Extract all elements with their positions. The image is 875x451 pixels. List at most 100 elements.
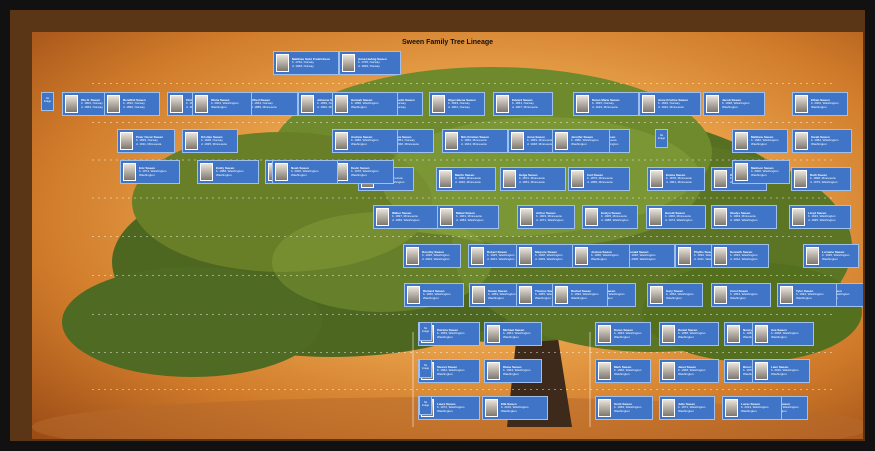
person-card[interactable]: Michael Sween b. 1961, Washington Washingt… bbox=[484, 322, 542, 346]
person-photo bbox=[795, 95, 808, 113]
person-photo bbox=[123, 163, 136, 181]
person-card[interactable]: Karen Marie Sween b. 1845, Norway d. 1919,… bbox=[573, 92, 639, 116]
person-card[interactable]: Ava Sween b. 2008, Washington Washington bbox=[752, 322, 814, 346]
person-card[interactable]: Jacob Sween b. 1998, Washington Washington bbox=[703, 92, 765, 116]
person-photo bbox=[678, 247, 691, 265]
person-text: Ethan Sween b. 2002, Washington Washington bbox=[811, 99, 847, 110]
person-card[interactable]: Anne Kristine Sween b. 1846, Norway d. 192… bbox=[639, 92, 701, 116]
person-card[interactable]: Rachel Sween b. 1992, Washington Washingto… bbox=[552, 283, 608, 307]
person-card[interactable]: Olga Helene Sween b. 1833, Norway d. 1901,… bbox=[429, 92, 485, 116]
person-photo bbox=[795, 132, 808, 150]
person-card[interactable]: Helga Sween b. 1872, Minnesota d. 1951, Mi… bbox=[500, 167, 566, 191]
person-card[interactable]: Harold Sween b. 1900, Minnesota d. 1974, W… bbox=[646, 205, 706, 229]
person-text: Carol Sween b. 1954, Washington Washington bbox=[730, 290, 770, 301]
person-photo bbox=[555, 286, 568, 304]
person-card[interactable]: Lorraine Sween b. 1936, Washington Washing… bbox=[803, 244, 859, 268]
person-card[interactable]: Liam Sween b. 2010, Washington Washington bbox=[752, 359, 810, 383]
person-card[interactable]: Lucas Sween b. 2014, Washington Washington bbox=[722, 396, 782, 420]
person-photo bbox=[432, 95, 445, 113]
person-card[interactable]: Kenneth Sween b. 1934, Washington d. 2012,… bbox=[711, 244, 769, 268]
person-card[interactable]: Tyler Sween b. 1994, Washington Washington bbox=[777, 283, 837, 307]
person-card[interactable]: Daniel Sween b. 1958, Washington Washingto… bbox=[659, 322, 719, 346]
person-card[interactable]: Julie Sween b. 1971, Washington Washington bbox=[659, 396, 715, 420]
person-photo bbox=[440, 208, 453, 226]
person-card[interactable]: Nils Kristian Sween b. 1866, Minnesota d. … bbox=[442, 129, 508, 153]
person-card[interactable]: Sarah Sween b. 1984, Washington Washington bbox=[792, 129, 852, 153]
person-card[interactable]: Anna Hedvig Sween b. 1765, Norway d. 1829,… bbox=[339, 51, 401, 75]
person-card[interactable]: Martin Sween b. 1868, Minnesota d. 1940, M… bbox=[436, 167, 496, 191]
person-card[interactable]: Edvard Sween b. 1841, Norway d. 1907, Minn… bbox=[493, 92, 553, 116]
person-card[interactable]: Kevin Sween b. 1978, Washington Washington bbox=[332, 160, 394, 184]
person-place: d. 1958, Minnesota bbox=[587, 180, 613, 184]
person-card[interactable]: Eric Sween b. 1974, Washington Washington bbox=[120, 160, 180, 184]
person-card[interactable]: Arthur Sween b. 1903, Minnesota d. 1971, W… bbox=[517, 205, 575, 229]
person-photo bbox=[445, 132, 458, 150]
person-photo bbox=[335, 95, 348, 113]
person-card[interactable]: Andrew Sween b. 1986, Washington Washingto… bbox=[332, 129, 398, 153]
person-text: Harold Sween b. 1900, Minnesota d. 1974, W… bbox=[665, 212, 705, 223]
person-place: d. 2008, Washington bbox=[628, 257, 656, 261]
person-photo bbox=[575, 247, 588, 265]
person-card[interactable]: Mabel Sween b. 1901, Minnesota d. 1983, Wa… bbox=[437, 205, 499, 229]
person-photo bbox=[276, 54, 289, 72]
person-card[interactable]: Emily Sween b. 1988, Washington Washington bbox=[197, 160, 259, 184]
person-card[interactable]: Lloyd Sween b. 1923, Washington d. 1995, W… bbox=[789, 205, 851, 229]
person-place: Washington bbox=[614, 372, 630, 376]
person-card[interactable]: Noah Sween b. 2006, Washington Washington bbox=[272, 160, 338, 184]
person-place: d. 2009, Washington bbox=[535, 257, 563, 261]
picture-frame: Sween Family Tree Lineage Matthias Seitz… bbox=[0, 0, 875, 451]
person-place: d. 1966, Washington bbox=[392, 218, 420, 222]
person-card[interactable]: Diane Sween b. 1964, Washington Washington bbox=[484, 359, 542, 383]
person-card[interactable]: Dorothy Sween b. 1926, Washington d. 2004,… bbox=[403, 244, 461, 268]
person-place: Washington bbox=[751, 173, 767, 177]
person-card[interactable]: Gary Sween b. 1952, Washington Washington bbox=[647, 283, 703, 307]
person-text: Emma Sween b. 1878, Minnesota d. 1961, Min… bbox=[666, 174, 704, 185]
person-text: Edvard Sween b. 1841, Norway d. 1907, Minn… bbox=[512, 99, 552, 110]
person-card[interactable]: Peter Oscar Sween b. 1839, Norway d. 1911,… bbox=[117, 129, 175, 153]
person-photo bbox=[511, 132, 524, 150]
person-card[interactable]: Mark Sween b. 1966, Washington Washington bbox=[595, 359, 651, 383]
person-photo bbox=[755, 362, 768, 380]
person-card[interactable]: Hannah Sween b. 1996, Washington Washingto… bbox=[332, 92, 398, 116]
person-card[interactable]: Jennifer Sween b. 1980, Washington Washing… bbox=[552, 129, 610, 153]
person-card[interactable]: Walter Sween b. 1897, Minnesota d. 1966, W… bbox=[373, 205, 439, 229]
person-text: Madison Sween b. 2000, Washington Washingt… bbox=[751, 167, 789, 178]
person-card[interactable]: Joshua Sween b. 1990, Washington Washingto… bbox=[572, 244, 630, 268]
person-text: Diane Sween b. 1964, Washington Washington bbox=[503, 366, 541, 377]
person-card[interactable]: Ethan Sween b. 2002, Washington Washington bbox=[792, 92, 848, 116]
person-card[interactable]: Madison Sween b. 2000, Washington Washingt… bbox=[732, 160, 790, 184]
person-card[interactable]: Richard Sween b. 1950, Washington Washingt… bbox=[404, 283, 464, 307]
person-card[interactable]: Evelyn Sween b. 1905, Minnesota d. 1988, W… bbox=[582, 205, 638, 229]
person-card[interactable]: Matthias Seitz Fredrickson b. 1762, Norwa… bbox=[273, 51, 339, 75]
person-place: Washington bbox=[614, 409, 630, 413]
person-text: Ava Sween b. 2008, Washington Washington bbox=[771, 329, 813, 340]
person-card[interactable]: Karen Sween b. 1963, Washington Washington bbox=[595, 322, 651, 346]
person-card[interactable]: Carol Sween b. 1954, Washington Washington bbox=[711, 283, 771, 307]
person-card[interactable]: Marjorie Sween b. 1928, Washington d. 2009… bbox=[516, 244, 576, 268]
person-place: Washington bbox=[811, 142, 827, 146]
person-photo bbox=[706, 95, 719, 113]
person-card[interactable]: Matthew Sween b. 1982, Washington Washingt… bbox=[732, 129, 788, 153]
person-place: Washington bbox=[139, 173, 155, 177]
person-place: Washington bbox=[503, 372, 519, 376]
person-text: Anna Hedvig Sween b. 1765, Norway d. 1829,… bbox=[358, 58, 400, 69]
person-photo bbox=[487, 362, 500, 380]
person-card[interactable]: Gladys Sween b. 1904, Minnesota d. 1990, W… bbox=[711, 205, 777, 229]
person-card[interactable]: Rendfrid Sween b. 1810, Norway d. 1866, No… bbox=[104, 92, 160, 116]
person-text: Kenneth Sween b. 1934, Washington d. 2012,… bbox=[730, 251, 768, 262]
person-photo bbox=[120, 132, 133, 150]
person-card[interactable]: Carl Sween b. 1875, Minnesota d. 1958, Min… bbox=[568, 167, 630, 191]
person-card[interactable]: Janet Sween b. 1968, Washington Washington bbox=[659, 359, 719, 383]
person-text: Sarah Sween b. 1984, Washington Washington bbox=[811, 136, 851, 147]
person-card[interactable]: Kristian Sween b. 1848, Norway d. 1925, Mi… bbox=[182, 129, 238, 153]
person-photo bbox=[439, 170, 452, 188]
person-place: Washington bbox=[730, 296, 746, 300]
person-card[interactable]: Scott Sween b. 1969, Washington Washington bbox=[595, 396, 653, 420]
person-card[interactable]: Ruth Sween b. 1898, Minnesota d. 1979, Was… bbox=[791, 167, 851, 191]
person-text: Marjorie Sween b. 1928, Washington d. 2009… bbox=[535, 251, 575, 262]
person-card[interactable]: Olivia Sween b. 2004, Washington Washingto… bbox=[192, 92, 252, 116]
person-text: Tyler Sween b. 1994, Washington Washington bbox=[796, 290, 836, 301]
person-card[interactable]: Emma Sween b. 1878, Minnesota d. 1961, Min… bbox=[647, 167, 705, 191]
person-card[interactable]: Ella Sween b. 2016, Washington Washington bbox=[482, 396, 548, 420]
person-place: Washington bbox=[678, 409, 694, 413]
